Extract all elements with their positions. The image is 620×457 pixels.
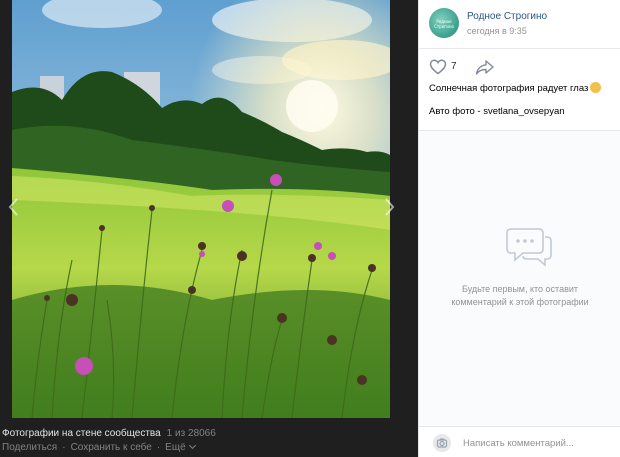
no-comments-line2: комментарий к этой фотографии <box>451 297 589 307</box>
separator: · <box>156 442 161 453</box>
comment-bubbles-icon <box>505 227 553 269</box>
save-to-album-link[interactable]: Сохранить к себе <box>71 442 152 453</box>
comment-composer <box>419 426 620 457</box>
photo[interactable] <box>12 0 390 418</box>
reactions-bar: 7 <box>429 58 609 76</box>
like-button[interactable] <box>429 58 447 76</box>
more-label: Ещё <box>165 442 186 453</box>
comments-area: Будьте первым, кто оставит комментарий к… <box>419 130 620 426</box>
photo-caption: Солнечная фотография радует глаз <box>429 80 602 94</box>
no-comments-line1: Будьте первым, кто оставит <box>461 284 579 294</box>
attach-photo-button[interactable] <box>433 434 451 452</box>
avatar[interactable]: Родное Строгино <box>429 8 459 38</box>
chevron-left-icon <box>8 198 18 216</box>
photo-credit: Авто фото - svetlana_ovsepyan <box>429 106 565 117</box>
prev-photo-button[interactable] <box>6 195 22 219</box>
chevron-down-icon <box>188 441 196 450</box>
heart-icon <box>429 59 447 75</box>
share-link[interactable]: Поделиться <box>2 442 57 453</box>
album-title[interactable]: Фотографии на стене сообщества <box>2 428 161 439</box>
camera-icon <box>436 438 448 448</box>
viewer-footer: Фотографии на стене сообщества 1 из 28066… <box>0 424 418 457</box>
divider <box>419 48 620 49</box>
like-count: 7 <box>451 61 457 72</box>
smile-emoji-icon <box>590 82 602 93</box>
chevron-right-icon <box>385 198 395 216</box>
meadow-photo <box>12 0 390 418</box>
separator: · <box>62 442 66 453</box>
info-panel: Родное Строгино Родное Строгино сегодня … <box>418 0 620 457</box>
comment-input[interactable] <box>463 434 613 452</box>
caption-text: Солнечная фотография радует глаз <box>429 83 589 94</box>
photo-counter: 1 из 28066 <box>166 428 216 439</box>
post-author: Родное Строгино Родное Строгино сегодня … <box>429 8 619 40</box>
post-time[interactable]: сегодня в 9:35 <box>467 26 527 36</box>
more-menu-button[interactable]: Ещё <box>165 441 196 453</box>
author-name[interactable]: Родное Строгино <box>467 11 547 22</box>
no-comments-message: Будьте первым, кто оставит комментарий к… <box>419 283 620 309</box>
photo-actions: Поделиться · Сохранить к себе · Ещё <box>2 441 196 453</box>
next-photo-button[interactable] <box>381 195 397 219</box>
share-arrow-icon <box>475 60 494 75</box>
share-button[interactable] <box>475 58 495 76</box>
album-info: Фотографии на стене сообщества 1 из 28066 <box>2 428 216 439</box>
avatar-logo-text: Родное Строгино <box>434 19 454 29</box>
photo-viewer: Фотографии на стене сообщества 1 из 28066… <box>0 0 418 457</box>
